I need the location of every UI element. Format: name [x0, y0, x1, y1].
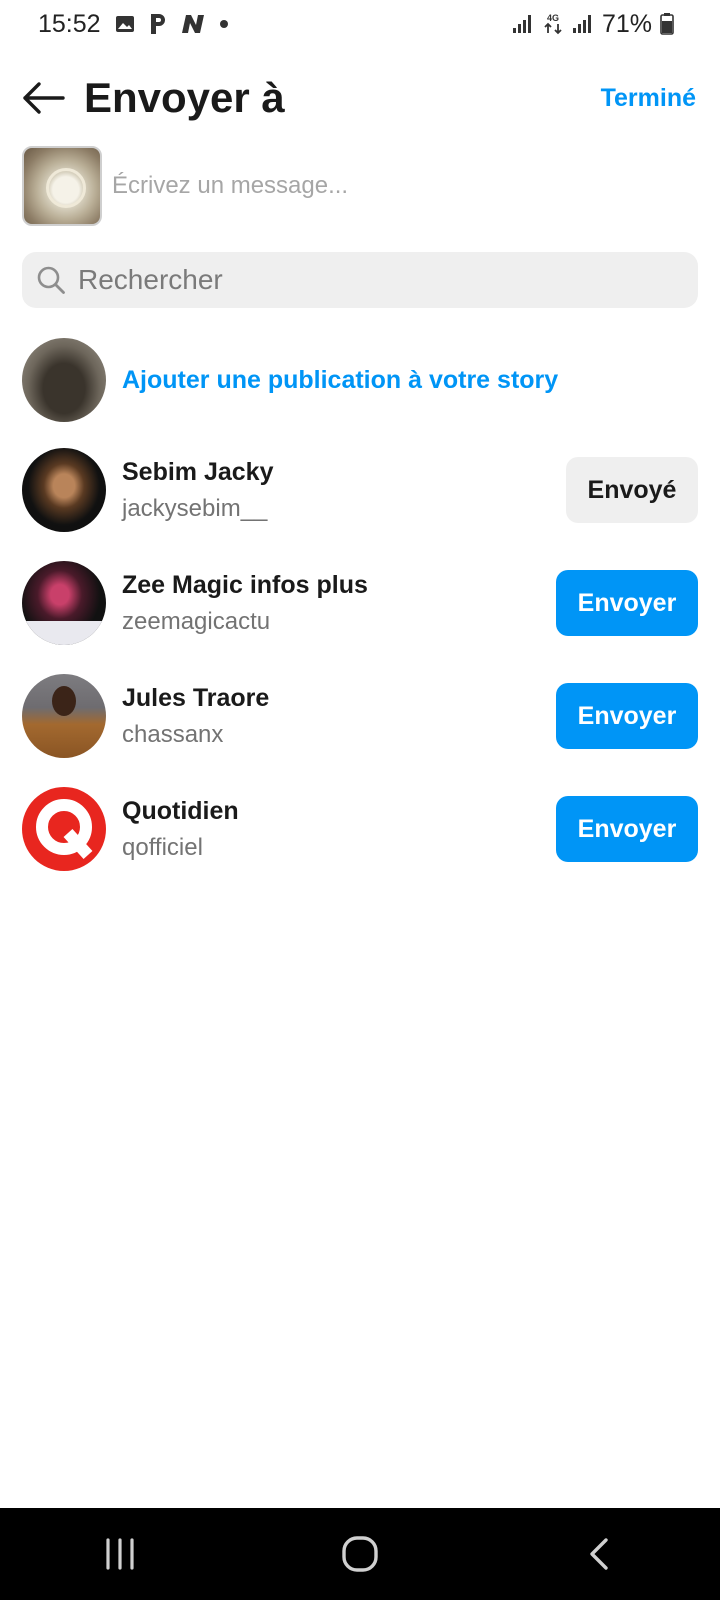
search-input[interactable]	[76, 263, 680, 297]
add-to-story-label: Ajouter une publication à votre story	[122, 365, 559, 394]
home-button[interactable]	[300, 1508, 420, 1600]
recent-apps-button[interactable]	[60, 1508, 180, 1600]
avatar	[22, 674, 106, 758]
contact-text: Quotidien qofficiel	[122, 797, 556, 862]
n-app-icon	[181, 14, 205, 34]
avatar	[22, 561, 106, 645]
contact-handle: zeemagicactu	[122, 607, 271, 635]
compose-area	[22, 144, 698, 228]
contact-row: Jules Traore chassanx Envoyer	[22, 674, 698, 758]
dot-icon	[219, 19, 229, 29]
contact-text: Sebim Jacky jackysebim__	[122, 458, 566, 523]
arrow-left-icon	[23, 82, 65, 114]
avatar	[22, 787, 106, 871]
contact-name: Quotidien	[122, 796, 239, 825]
status-left: 15:52	[38, 10, 229, 39]
status-bar: 15:52 4G 71%	[0, 0, 720, 48]
contact-handle: jackysebim__	[122, 494, 268, 522]
battery-percent: 71%	[601, 9, 652, 38]
send-button[interactable]: Envoyer	[556, 683, 698, 749]
page-title: Envoyer à	[84, 74, 285, 121]
shared-post-thumbnail	[22, 146, 102, 226]
signal-icon	[512, 14, 534, 34]
contact-handle: chassanx	[122, 720, 224, 748]
system-nav-bar	[0, 1508, 720, 1600]
contact-name: Sebim Jacky	[122, 457, 274, 486]
quotidien-logo-icon	[36, 799, 93, 860]
contact-row: Zee Magic infos plus zeemagicactu Envoye…	[22, 561, 698, 645]
network-4g-icon: 4G	[542, 12, 564, 36]
image-icon	[115, 14, 135, 34]
sent-button[interactable]: Envoyé	[566, 457, 698, 523]
status-time: 15:52	[38, 9, 101, 38]
avatar	[22, 338, 106, 422]
search-box[interactable]	[22, 252, 698, 308]
add-to-story-row[interactable]: Ajouter une publication à votre story	[22, 338, 698, 422]
header: Envoyer à Terminé	[0, 58, 720, 138]
contact-name: Zee Magic infos plus	[122, 570, 368, 599]
search-icon	[37, 266, 65, 294]
battery-icon	[660, 13, 674, 35]
contact-text: Zee Magic infos plus zeemagicactu	[122, 571, 556, 636]
status-right: 4G 71%	[512, 10, 674, 39]
message-input[interactable]	[110, 171, 674, 201]
system-back-button[interactable]	[540, 1508, 660, 1600]
send-button[interactable]: Envoyer	[556, 796, 698, 862]
back-button[interactable]	[18, 73, 68, 123]
contact-text: Jules Traore chassanx	[122, 684, 556, 749]
avatar	[22, 448, 106, 532]
home-icon	[342, 1536, 378, 1572]
done-button[interactable]: Terminé	[601, 84, 696, 113]
network-label: 4G	[547, 13, 559, 23]
recent-apps-icon	[106, 1538, 134, 1570]
signal-icon-2	[572, 14, 594, 34]
contact-row: Quotidien qofficiel Envoyer	[22, 787, 698, 871]
contact-row: Sebim Jacky jackysebim__ Envoyé	[22, 448, 698, 532]
contact-name: Jules Traore	[122, 683, 270, 712]
back-icon	[590, 1538, 608, 1570]
send-button[interactable]: Envoyer	[556, 570, 698, 636]
p-app-icon	[149, 13, 167, 35]
contact-handle: qofficiel	[122, 833, 203, 861]
